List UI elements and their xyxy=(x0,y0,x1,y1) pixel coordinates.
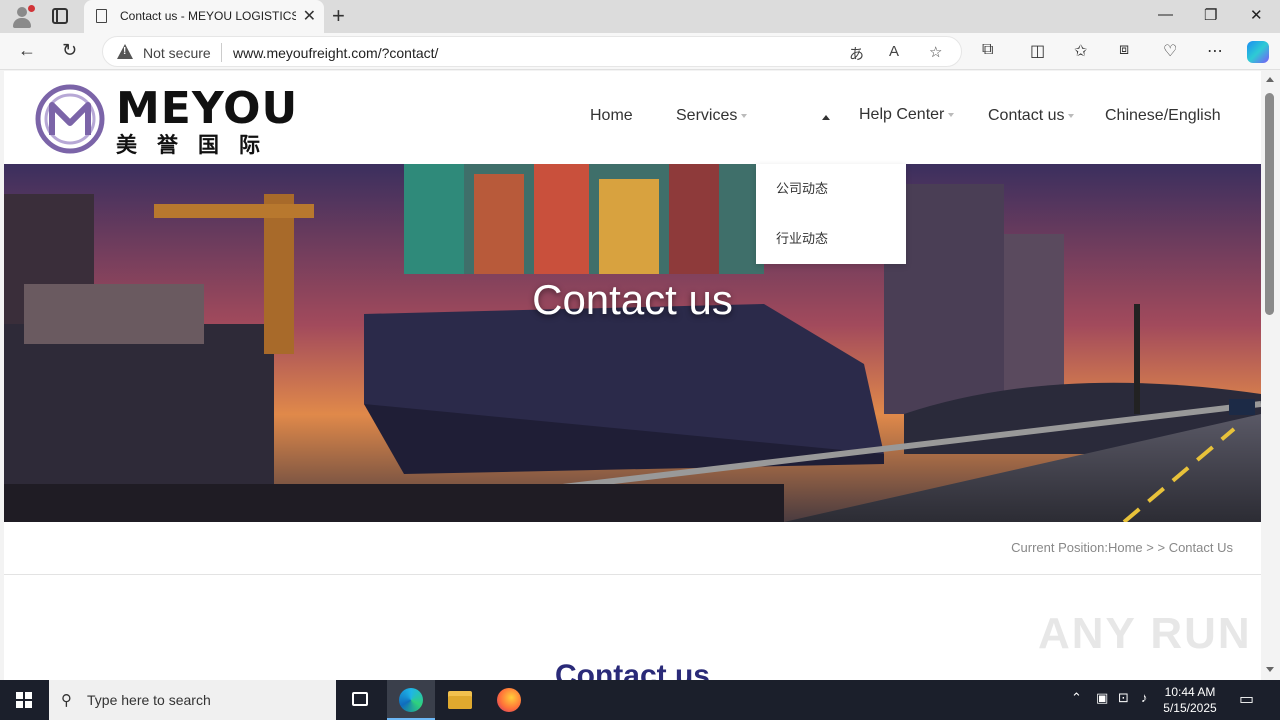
more-menu-icon[interactable]: ⋯ xyxy=(1207,41,1223,61)
device-icon[interactable]: ▣ xyxy=(1096,690,1108,706)
breadcrumb-prefix: Current Position: xyxy=(1011,540,1108,555)
browser-tab-bar: Contact us - MEYOU LOGISTICS LT ✕ + — ❐ … xyxy=(0,0,1280,33)
back-icon[interactable]: ← xyxy=(18,40,36,61)
split-screen-icon[interactable]: ◫ xyxy=(1030,41,1045,61)
file-explorer-icon[interactable] xyxy=(436,680,484,720)
section-title: Contact us xyxy=(554,659,710,680)
security-label[interactable]: Not secure xyxy=(143,45,211,61)
scroll-thumb[interactable] xyxy=(1265,93,1274,315)
nav-contact-us[interactable]: Contact us xyxy=(988,107,1075,125)
hero-banner: Contact us xyxy=(4,164,1261,522)
favorites-icon[interactable]: ✩ xyxy=(1074,41,1087,61)
windows-taskbar: ⚲ Type here to search ⌃ ▣ ⊡ ♪ 10:44 AM 5… xyxy=(0,680,1280,720)
chevron-down-icon xyxy=(1068,113,1075,118)
breadcrumb: Current Position:Home > > Contact Us xyxy=(1011,540,1233,555)
logo-chinese-name: 美誉国际 xyxy=(116,134,280,157)
translate-icon[interactable]: あ xyxy=(849,43,864,64)
volume-icon[interactable]: ♪ xyxy=(1141,690,1148,705)
port-banner-image xyxy=(4,164,1261,522)
scroll-down-icon[interactable] xyxy=(1266,667,1274,672)
task-view-icon[interactable] xyxy=(336,680,384,720)
notifications-icon[interactable]: ▭ xyxy=(1239,689,1254,709)
clock-date: 5/15/2025 xyxy=(1163,701,1217,715)
breadcrumb-home-link[interactable]: Home xyxy=(1108,540,1143,555)
extensions-icon[interactable]: ⧉ xyxy=(982,41,993,59)
page-icon xyxy=(96,9,107,23)
chevron-up-icon[interactable]: ⌃ xyxy=(1071,690,1082,706)
breadcrumb-separator: > > xyxy=(1142,540,1169,555)
taskbar-clock[interactable]: 10:44 AM 5/15/2025 xyxy=(1160,684,1220,716)
tab-title: Contact us - MEYOU LOGISTICS LT xyxy=(120,9,296,23)
page-scrollbar[interactable] xyxy=(1261,71,1280,680)
banner-title: Contact us xyxy=(532,276,733,323)
nav-dropdown-menu: 公司动态 行业动态 xyxy=(756,164,906,264)
edge-taskbar-icon[interactable] xyxy=(387,680,435,720)
search-icon: ⚲ xyxy=(61,692,72,709)
chevron-down-icon xyxy=(948,112,955,117)
nav-language[interactable]: Chinese/English xyxy=(1105,107,1221,125)
network-icon[interactable]: ⊡ xyxy=(1118,690,1129,706)
address-bar[interactable]: Not secure www.meyoufreight.com/?contact… xyxy=(102,36,962,67)
refresh-icon[interactable]: ↻ xyxy=(62,40,77,61)
chevron-up-icon[interactable] xyxy=(822,115,830,120)
browser-essentials-icon[interactable]: ♡ xyxy=(1163,41,1177,61)
nav-services[interactable]: Services xyxy=(676,107,748,125)
clock-time: 10:44 AM xyxy=(1164,685,1216,699)
new-tab-button[interactable]: + xyxy=(332,3,345,29)
search-placeholder: Type here to search xyxy=(87,692,211,708)
warning-icon[interactable] xyxy=(117,44,133,59)
address-toolbar: ← ↻ Not secure www.meyoufreight.com/?con… xyxy=(0,33,1280,70)
breadcrumb-current: Contact Us xyxy=(1168,540,1233,555)
restore-button[interactable]: ❐ xyxy=(1204,6,1217,24)
divider xyxy=(221,43,222,62)
minimize-button[interactable]: — xyxy=(1158,6,1173,23)
scroll-up-icon[interactable] xyxy=(1266,77,1274,82)
favorite-star-icon[interactable]: ☆ xyxy=(929,43,942,61)
url-text[interactable]: www.meyoufreight.com/?contact/ xyxy=(233,45,438,61)
tab-close-icon[interactable]: ✕ xyxy=(303,6,316,26)
firefox-icon[interactable] xyxy=(485,680,533,720)
taskbar-search-box[interactable]: ⚲ Type here to search xyxy=(49,680,336,720)
chevron-down-icon xyxy=(741,113,748,118)
windows-start-icon[interactable] xyxy=(16,692,32,708)
logo-wordmark: MEYOU xyxy=(116,83,299,134)
browser-tab[interactable]: Contact us - MEYOU LOGISTICS LT ✕ xyxy=(84,0,324,33)
tab-actions-icon[interactable] xyxy=(52,8,68,24)
read-aloud-icon[interactable]: A xyxy=(889,43,899,60)
nav-help-center[interactable]: Help Center xyxy=(859,106,955,124)
dropdown-item-industry-news[interactable]: 行业动态 xyxy=(756,214,906,264)
anyrun-watermark: ANY RUN xyxy=(1038,609,1252,658)
copilot-icon[interactable] xyxy=(1247,41,1269,63)
logo-mark-icon xyxy=(35,84,105,154)
profile-icon[interactable] xyxy=(10,5,35,29)
site-logo[interactable]: MEYOU 美誉国际 xyxy=(34,81,299,157)
web-page: MEYOU 美誉国际 Home Services Help Center Con… xyxy=(4,71,1261,680)
nav-home[interactable]: Home xyxy=(590,107,633,125)
divider xyxy=(4,574,1261,575)
window-close-button[interactable]: ✕ xyxy=(1250,6,1263,24)
collections-icon[interactable]: ⧈ xyxy=(1119,41,1129,59)
dropdown-item-company-news[interactable]: 公司动态 xyxy=(756,164,906,214)
